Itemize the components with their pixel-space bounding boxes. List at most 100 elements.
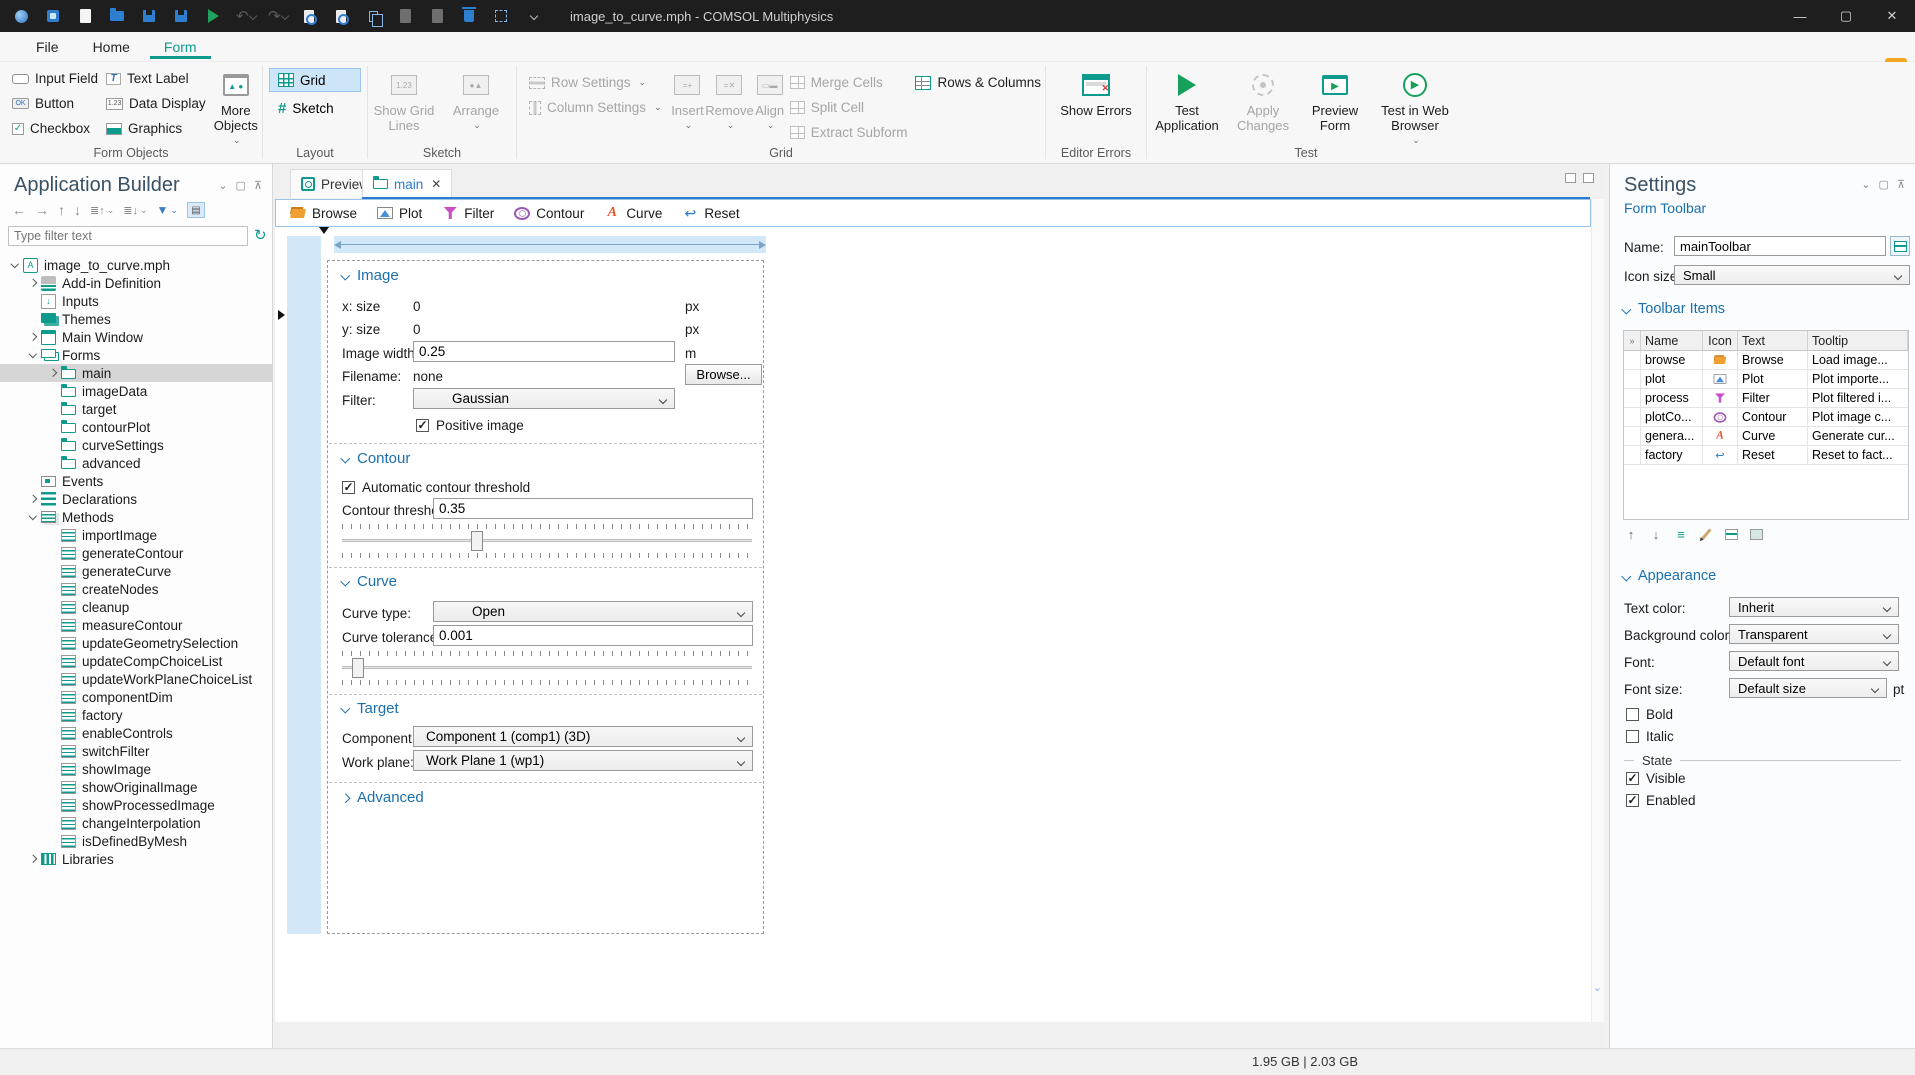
curve-type-dropdown[interactable]: Open	[433, 601, 753, 622]
item-icon-cell[interactable]	[1703, 389, 1738, 407]
add-separator-icon[interactable]	[1723, 526, 1739, 542]
tree-item[interactable]: showImage	[0, 760, 272, 778]
column-settings-button[interactable]: Column Settings ⌄	[525, 95, 666, 120]
tree-item[interactable]: Themes	[0, 310, 272, 328]
panel-pin-icon[interactable]: ⊼	[254, 179, 262, 192]
tree-item[interactable]: Declarations	[0, 490, 272, 508]
item-icon-cell[interactable]	[1703, 427, 1738, 445]
item-text-cell[interactable]: Browse	[1738, 351, 1808, 369]
tree-item[interactable]: updateWorkPlaneChoiceList	[0, 670, 272, 688]
item-name-cell[interactable]: plot	[1641, 370, 1703, 388]
tree-expand-icon[interactable]	[26, 274, 41, 292]
checkbox-box[interactable]	[342, 480, 355, 494]
open-file-icon[interactable]	[108, 7, 126, 25]
item-text-cell[interactable]: Contour	[1738, 408, 1808, 426]
tree-expand-icon[interactable]	[46, 418, 61, 436]
tree-item[interactable]: updateGeometrySelection	[0, 634, 272, 652]
tree-expand-icon[interactable]	[46, 454, 61, 472]
item-name-cell[interactable]: genera...	[1641, 427, 1703, 445]
checkbox-box[interactable]	[1626, 793, 1639, 807]
move-down-node-icon[interactable]: ↓	[74, 202, 81, 218]
tree-expand-icon[interactable]	[26, 328, 41, 346]
tree-item[interactable]: Libraries	[0, 850, 272, 868]
tree-expand-icon[interactable]	[46, 796, 61, 814]
tree-expand-icon[interactable]	[46, 526, 61, 544]
item-tooltip-cell[interactable]: Reset to fact...	[1808, 446, 1908, 464]
tree-item[interactable]: main	[0, 364, 272, 382]
tree-item[interactable]: updateCompChoiceList	[0, 652, 272, 670]
tab-home[interactable]: Home	[79, 35, 144, 59]
tree-item[interactable]: showProcessedImage	[0, 796, 272, 814]
delete-icon[interactable]	[460, 7, 478, 25]
tree-item[interactable]: cleanup	[0, 598, 272, 616]
column-header-name[interactable]: Name	[1641, 331, 1703, 350]
column-header-icon[interactable]: Icon	[1703, 331, 1738, 350]
refresh-filter-icon[interactable]: ↻	[254, 226, 267, 244]
tree-expand-icon[interactable]	[46, 364, 61, 382]
item-tooltip-cell[interactable]: Plot image c...	[1808, 408, 1908, 426]
maximize-icon[interactable]: ▢	[1823, 0, 1869, 32]
font-size-dropdown[interactable]: Default size	[1729, 678, 1887, 698]
tree-item[interactable]: importImage	[0, 526, 272, 544]
item-name-cell[interactable]: browse	[1641, 351, 1703, 369]
checkbox-button[interactable]: ✓ Checkbox	[8, 116, 102, 141]
data-display-button[interactable]: 1.23 Data Display	[102, 91, 210, 116]
tree-expand-icon[interactable]	[46, 544, 61, 562]
tree-item[interactable]: curveSettings	[0, 436, 272, 454]
tree-item[interactable]: componentDim	[0, 688, 272, 706]
tab-main[interactable]: main ✕	[362, 169, 453, 198]
run-application-icon[interactable]	[204, 7, 222, 25]
toolbar-item-row[interactable]: plot Plot Plot importe...	[1624, 370, 1908, 389]
tree-filter-input[interactable]	[8, 226, 248, 246]
expand-all-icon[interactable]: ≣↑ ⌄	[90, 204, 114, 217]
settings-pin-icon[interactable]: ⊼	[1897, 178, 1905, 191]
tree-expand-icon[interactable]	[46, 706, 61, 724]
tree-item[interactable]: Events	[0, 472, 272, 490]
form-toolbar-button[interactable]: Reset	[682, 205, 739, 221]
curve-tolerance-input[interactable]: 0.001	[433, 625, 753, 646]
auto-threshold-checkbox[interactable]: Automatic contour threshold	[342, 480, 530, 495]
tree-expand-icon[interactable]	[46, 616, 61, 634]
tab-form[interactable]: Form	[149, 35, 211, 59]
move-down-icon[interactable]: ↓	[1648, 526, 1664, 542]
browse-button[interactable]: Browse...	[685, 364, 762, 385]
tree-expand-icon[interactable]	[26, 850, 41, 868]
tree-item[interactable]: switchFilter	[0, 742, 272, 760]
save-icon[interactable]	[140, 7, 158, 25]
toolbar-item-row[interactable]: plotCo... Contour Plot image c...	[1624, 408, 1908, 427]
section-header-appearance[interactable]: Appearance	[1623, 568, 1716, 584]
tree-expand-icon[interactable]	[46, 724, 61, 742]
item-tooltip-cell[interactable]: Load image...	[1808, 351, 1908, 369]
graphics-button[interactable]: Graphics	[102, 116, 210, 141]
toolbar-item-row[interactable]: process Filter Plot filtered i...	[1624, 389, 1908, 408]
forward-icon[interactable]: →	[35, 202, 49, 218]
item-tooltip-cell[interactable]: Plot importe...	[1808, 370, 1908, 388]
tree-item[interactable]: advanced	[0, 454, 272, 472]
curve-tolerance-slider[interactable]	[342, 651, 752, 685]
section-header-advanced[interactable]: Advanced	[342, 789, 424, 806]
tree-item[interactable]: createNodes	[0, 580, 272, 598]
panel-float-icon[interactable]: ▢	[236, 179, 246, 192]
row-settings-button[interactable]: Row Settings ⌄	[525, 70, 666, 95]
item-icon-cell[interactable]	[1703, 370, 1738, 388]
component-dropdown[interactable]: Component 1 (comp1) (3D)	[413, 726, 753, 747]
item-name-cell[interactable]: plotCo...	[1641, 408, 1703, 426]
contour-threshold-input[interactable]: 0.35	[433, 498, 753, 519]
checkbox-box[interactable]	[416, 418, 429, 432]
item-icon-cell[interactable]	[1703, 351, 1738, 369]
tree-item[interactable]: Main Window	[0, 328, 272, 346]
tree-expand-icon[interactable]	[26, 292, 41, 310]
item-name-cell[interactable]: process	[1641, 389, 1703, 407]
grid-mode-button[interactable]: Grid	[269, 68, 361, 92]
text-color-dropdown[interactable]: Inherit	[1729, 597, 1899, 617]
tree-item[interactable]: Inputs	[0, 292, 272, 310]
tree-expand-icon[interactable]	[46, 742, 61, 760]
split-editor-icon[interactable]	[1583, 173, 1594, 183]
toolbar-item-row[interactable]: factory Reset Reset to fact...	[1624, 446, 1908, 465]
settings-menu-icon[interactable]: ⌄	[1861, 178, 1870, 191]
tree-expand-icon[interactable]	[26, 490, 41, 508]
save-as-icon[interactable]	[172, 7, 190, 25]
model-data-access-icon[interactable]: ▤	[186, 202, 205, 218]
item-tooltip-cell[interactable]: Plot filtered i...	[1808, 389, 1908, 407]
close-tab-icon[interactable]: ✕	[431, 177, 441, 191]
